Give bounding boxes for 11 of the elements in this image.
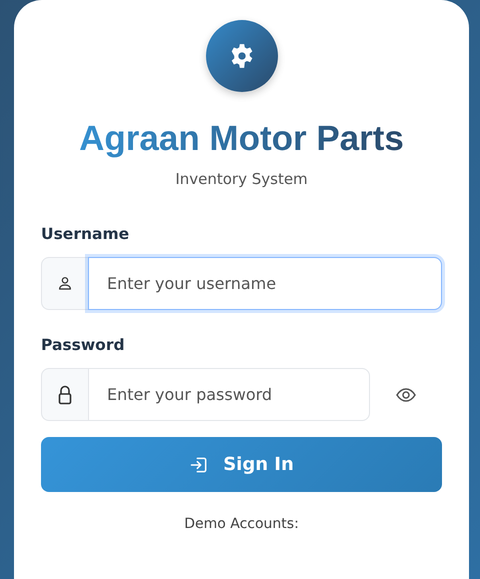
user-icon <box>57 275 73 292</box>
sign-in-button[interactable]: Sign In <box>41 437 442 492</box>
app-subtitle: Inventory System <box>175 169 308 190</box>
lock-icon <box>58 384 72 404</box>
password-field[interactable]: Enter your password <box>88 368 370 421</box>
username-field[interactable]: Enter your username <box>88 256 442 310</box>
eye-icon <box>396 388 416 402</box>
field-label: Username <box>41 224 130 244</box>
demo-heading: Demo Accounts: <box>183 515 300 534</box>
field-label: Password <box>41 334 126 356</box>
sign-in-icon <box>189 454 210 474</box>
